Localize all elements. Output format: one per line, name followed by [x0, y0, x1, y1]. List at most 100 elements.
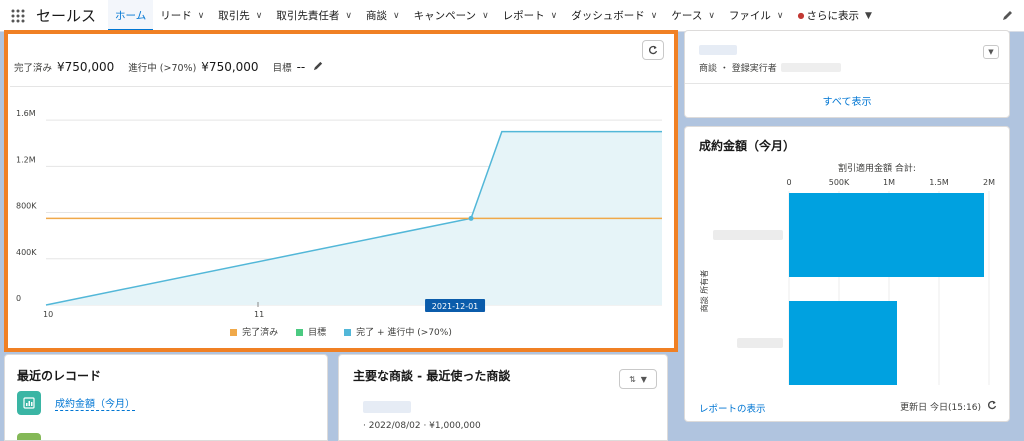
- nav-tab-5[interactable]: キャンペーン ∨: [407, 0, 496, 32]
- goal-value: --: [296, 60, 306, 74]
- record-subtitle: 商談 ・ 登録実行者: [699, 61, 841, 74]
- record-subtitle-text: 商談 ・ 登録実行者: [699, 64, 777, 74]
- nav-tab-8[interactable]: ケース ∨: [664, 0, 722, 32]
- nav-tab-0[interactable]: ホーム: [108, 0, 154, 32]
- divider: [685, 83, 1009, 84]
- legend-item[interactable]: 目標: [296, 325, 326, 338]
- nav-tab-label: 商談: [365, 10, 387, 22]
- refresh-button[interactable]: [642, 40, 664, 60]
- nav-tab-3[interactable]: 取引先責任者 ∨: [269, 0, 359, 32]
- goal-label: 目標: [272, 63, 292, 74]
- recent-records-title: 最近のレコード: [17, 369, 102, 383]
- redacted-owner-label: [713, 230, 783, 240]
- date-tooltip-text: 2021-12-01: [432, 302, 479, 311]
- closed-label: 完了済み: [14, 63, 53, 74]
- closed-value: ¥750,000: [57, 60, 115, 74]
- x-tick-label: 1M: [883, 178, 895, 187]
- deal-meta: · 2022/08/02 · ¥1,000,000: [363, 421, 481, 431]
- record-type-icon: [17, 433, 41, 440]
- legend-label: 完了 + 進行中 (>70%): [356, 328, 452, 338]
- bar: [789, 193, 984, 277]
- y-tick-label: 0: [16, 294, 21, 303]
- bar: [789, 301, 897, 385]
- chevron-down-icon[interactable]: ∨: [345, 11, 352, 21]
- nav-tab-4[interactable]: 商談 ∨: [359, 0, 407, 32]
- card-menu-button[interactable]: ▼: [983, 45, 999, 59]
- recent-records-card: 最近のレコード 成約金額（今月）: [4, 354, 328, 441]
- app-name: セールス: [36, 7, 97, 25]
- chevron-down-icon[interactable]: ∨: [482, 11, 489, 21]
- edit-nav-pencil-icon[interactable]: [1002, 9, 1014, 24]
- nav-tab-label: キャンペーン: [413, 10, 477, 22]
- y-tick-label: 1.6M: [16, 109, 36, 118]
- chevron-down-icon[interactable]: ∨: [198, 11, 205, 21]
- legend-label: 完了済み: [242, 328, 279, 338]
- view-all-link[interactable]: すべて表示: [685, 93, 1009, 108]
- nav-tab-label: リード: [160, 10, 192, 22]
- updated-text: 更新日 今日(15:16): [900, 403, 981, 413]
- sort-icon: ⇅: [629, 374, 636, 384]
- nav-tab-9[interactable]: ファイル ∨: [722, 0, 791, 32]
- nav-tab-label: 取引先: [218, 10, 250, 22]
- nav-tab-label: ケース: [671, 10, 703, 22]
- y-tick-label: 1.2M: [16, 155, 36, 164]
- chevron-down-icon[interactable]: ∨: [256, 11, 263, 21]
- sort-menu-button[interactable]: ⇅ ▼: [619, 369, 657, 389]
- dashboard-icon: [17, 391, 41, 415]
- chevron-down-icon[interactable]: ∨: [708, 11, 715, 21]
- hover-point: [468, 215, 474, 221]
- nav-tab-1[interactable]: リード ∨: [153, 0, 211, 32]
- refresh-icon[interactable]: [987, 400, 997, 413]
- chevron-down-icon[interactable]: ∨: [393, 11, 400, 21]
- key-deals-title: 主要な商談 - 最近使った商談: [353, 369, 511, 383]
- nav-tab-label: ホーム: [115, 10, 147, 22]
- nav-tab-2[interactable]: 取引先 ∨: [211, 0, 269, 32]
- redacted-record-name[interactable]: [699, 45, 737, 55]
- closed-amount-chart-svg: 0 500K 1M 1.5M 2M 商談 所有者: [699, 178, 995, 385]
- edit-goal-pencil-icon[interactable]: [313, 60, 324, 74]
- x-tick-label: 10: [43, 310, 53, 319]
- chart-legend: 完了済み 目標 完了 + 進行中 (>70%): [8, 325, 674, 338]
- caret-down-icon: ▼: [640, 374, 647, 384]
- nav-tabs: ホーム リード ∨ 取引先 ∨ 取引先責任者 ∨ 商談 ∨ キャンペーン ∨ レポート ∨ ダッシュボード…: [108, 0, 791, 32]
- x-tick-label: 1.5M: [929, 178, 949, 187]
- nav-tab-label: ファイル: [728, 10, 771, 22]
- legend-item[interactable]: 完了 + 進行中 (>70%): [344, 325, 452, 338]
- legend-swatch: [296, 329, 304, 336]
- x-tick-label: 2M: [983, 178, 995, 187]
- legend-item[interactable]: 完了済み: [230, 325, 278, 338]
- view-report-link[interactable]: レポートの表示: [699, 401, 766, 415]
- performance-chart-svg: 0 400K 800K 1.2M 1.6M 10 11 2021-12-01: [16, 109, 662, 319]
- x-tick-label: 0: [786, 178, 791, 187]
- bar-y-axis-title: 商談 所有者: [699, 270, 709, 313]
- performance-summary: 完了済み ¥750,000 進行中 (>70%) ¥750,000 目標 --: [14, 60, 324, 74]
- chevron-down-icon[interactable]: ∨: [777, 11, 784, 21]
- redacted-deal-name[interactable]: [363, 401, 411, 413]
- caret-down-icon: ▼: [988, 48, 994, 56]
- legend-label: 目標: [308, 328, 327, 338]
- app-launcher-icon[interactable]: [0, 0, 36, 32]
- y-tick-label: 800K: [16, 202, 37, 211]
- closed-amount-card: 成約金額（今月） 割引適用金額 合計: 0 500K 1M 1.5M 2M 商談 所有者 …: [684, 126, 1010, 422]
- y-tick-label: 400K: [16, 248, 37, 257]
- key-deals-card: 主要な商談 - 最近使った商談 ⇅ ▼ · 2022/08/02 · ¥1,00…: [338, 354, 668, 441]
- top-nav-bar: セールス ホーム リード ∨ 取引先 ∨ 取引先責任者 ∨ 商談 ∨ キャンペーン ∨ レポート ∨ ダッ…: [0, 0, 1024, 32]
- x-tick-label: 11: [254, 310, 264, 319]
- nav-tab-7[interactable]: ダッシュボード ∨: [564, 0, 664, 32]
- open-value: ¥750,000: [201, 60, 259, 74]
- nav-tab-label: レポート: [502, 10, 545, 22]
- nav-tab-label: 取引先責任者: [276, 10, 340, 22]
- x-tick-label: 500K: [829, 178, 850, 187]
- nav-tab-6[interactable]: レポート ∨: [496, 0, 565, 32]
- chevron-down-icon[interactable]: ∨: [551, 11, 558, 21]
- last-updated: 更新日 今日(15:16): [900, 400, 997, 413]
- quarterly-performance-card: 完了済み ¥750,000 進行中 (>70%) ¥750,000 目標 -- …: [4, 30, 678, 352]
- nav-more-button[interactable]: ● さらに表示 ▼: [791, 0, 879, 32]
- caret-down-icon: ▼: [865, 10, 872, 21]
- nav-tab-label: ダッシュボード: [571, 10, 645, 22]
- chevron-down-icon[interactable]: ∨: [651, 11, 658, 21]
- list-item[interactable]: 成約金額（今月）: [17, 391, 135, 415]
- recent-record-link[interactable]: 成約金額（今月）: [55, 395, 135, 411]
- legend-swatch: [230, 329, 238, 336]
- redacted-owner: [780, 63, 841, 72]
